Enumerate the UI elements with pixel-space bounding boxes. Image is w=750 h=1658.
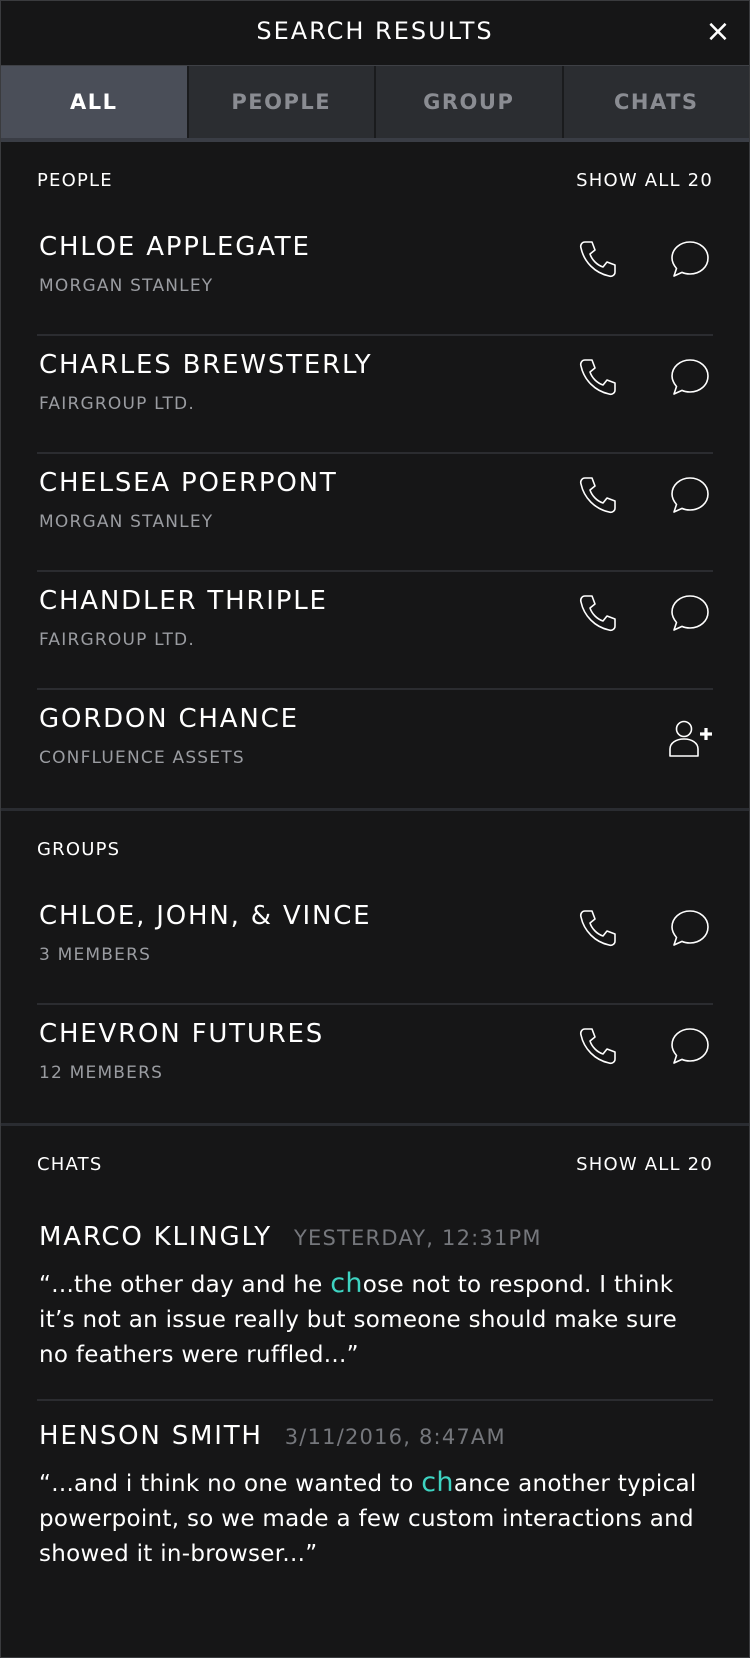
- group-row[interactable]: CHLOE, JOHN, & VINCE 3 MEMBERS: [37, 887, 713, 1005]
- group-name: CHEVRON FUTURES: [39, 1019, 325, 1049]
- people-section-header: PEOPLE SHOW ALL 20: [1, 142, 749, 218]
- chat-snippet: “...and i think no one wanted to chance …: [39, 1465, 713, 1572]
- people-show-all-link[interactable]: SHOW ALL 20: [576, 170, 713, 191]
- person-row[interactable]: GORDON CHANCE CONFLUENCE ASSETS: [37, 690, 713, 808]
- phone-icon[interactable]: [575, 472, 621, 518]
- snippet-text: ance: [453, 1471, 511, 1497]
- title-bar: SEARCH RESULTS ×: [1, 1, 749, 65]
- chats-section-header: CHATS SHOW ALL 20: [1, 1126, 749, 1202]
- group-row[interactable]: CHEVRON FUTURES 12 MEMBERS: [37, 1005, 713, 1123]
- chat-snippet: “...the other day and he chose not to re…: [39, 1266, 713, 1373]
- chat-timestamp: YESTERDAY, 12:31PM: [294, 1226, 542, 1250]
- tab-bar: ALL PEOPLE GROUP CHATS: [1, 65, 749, 142]
- snippet-text: ose: [362, 1272, 404, 1298]
- chats-heading: CHATS: [37, 1153, 103, 1175]
- search-highlight: ch: [330, 1268, 363, 1299]
- groups-section: GROUPS CHLOE, JOHN, & VINCE 3 MEMBERS CH…: [1, 808, 749, 1123]
- tab-chats[interactable]: CHATS: [564, 66, 750, 138]
- person-name: CHANDLER THRIPLE: [39, 586, 328, 616]
- chat-bubble-icon[interactable]: [667, 905, 713, 951]
- chat-bubble-icon[interactable]: [667, 472, 713, 518]
- chat-bubble-icon[interactable]: [667, 354, 713, 400]
- person-row[interactable]: CHARLES BREWSTERLY FAIRGROUP LTD.: [37, 336, 713, 454]
- search-results-panel: SEARCH RESULTS × ALL PEOPLE GROUP CHATS …: [0, 0, 750, 1658]
- chats-section: CHATS SHOW ALL 20 MARCO KLINGLY YESTERDA…: [1, 1123, 749, 1598]
- snippet-text: “...and i think no one wanted to: [39, 1471, 422, 1497]
- search-highlight: ch: [421, 1467, 454, 1498]
- chat-bubble-icon[interactable]: [667, 590, 713, 636]
- person-org: MORGAN STANLEY: [39, 276, 214, 296]
- person-name: CHLOE APPLEGATE: [39, 232, 311, 262]
- phone-icon[interactable]: [575, 1023, 621, 1069]
- phone-icon[interactable]: [575, 905, 621, 951]
- chat-sender: MARCO KLINGLY: [39, 1222, 272, 1252]
- people-section: PEOPLE SHOW ALL 20 CHLOE APPLEGATE MORGA…: [1, 142, 749, 808]
- group-name: CHLOE, JOHN, & VINCE: [39, 901, 372, 931]
- chats-show-all-link[interactable]: SHOW ALL 20: [576, 1154, 713, 1175]
- person-org: FAIRGROUP LTD.: [39, 630, 195, 650]
- panel-title: SEARCH RESULTS: [256, 17, 494, 45]
- chat-timestamp: 3/11/2016, 8:47AM: [284, 1425, 506, 1449]
- chat-result[interactable]: MARCO KLINGLY YESTERDAY, 12:31PM “...the…: [37, 1202, 713, 1401]
- person-row[interactable]: CHELSEA POERPONT MORGAN STANLEY: [37, 454, 713, 572]
- person-org: CONFLUENCE ASSETS: [39, 748, 245, 768]
- chat-result[interactable]: HENSON SMITH 3/11/2016, 8:47AM “...and i…: [37, 1401, 713, 1598]
- chat-sender: HENSON SMITH: [39, 1421, 263, 1451]
- person-name: CHARLES BREWSTERLY: [39, 350, 373, 380]
- phone-icon[interactable]: [575, 590, 621, 636]
- groups-section-header: GROUPS: [1, 811, 749, 887]
- tab-all[interactable]: ALL: [1, 66, 189, 138]
- person-name: CHELSEA POERPONT: [39, 468, 338, 498]
- person-org: MORGAN STANLEY: [39, 512, 214, 532]
- phone-icon[interactable]: [575, 236, 621, 282]
- close-icon[interactable]: ×: [705, 17, 731, 47]
- add-contact-icon[interactable]: [667, 716, 713, 762]
- chat-bubble-icon[interactable]: [667, 1023, 713, 1069]
- person-org: FAIRGROUP LTD.: [39, 394, 195, 414]
- people-heading: PEOPLE: [37, 169, 113, 191]
- person-row[interactable]: CHLOE APPLEGATE MORGAN STANLEY: [37, 218, 713, 336]
- snippet-text: “...the other day and he: [39, 1272, 331, 1298]
- tab-people[interactable]: PEOPLE: [189, 66, 376, 138]
- chat-bubble-icon[interactable]: [667, 236, 713, 282]
- group-members: 12 MEMBERS: [39, 1063, 164, 1083]
- person-name: GORDON CHANCE: [39, 704, 299, 734]
- group-members: 3 MEMBERS: [39, 945, 152, 965]
- phone-icon[interactable]: [575, 354, 621, 400]
- person-row[interactable]: CHANDLER THRIPLE FAIRGROUP LTD.: [37, 572, 713, 690]
- tab-group[interactable]: GROUP: [376, 66, 564, 138]
- groups-heading: GROUPS: [37, 838, 121, 860]
